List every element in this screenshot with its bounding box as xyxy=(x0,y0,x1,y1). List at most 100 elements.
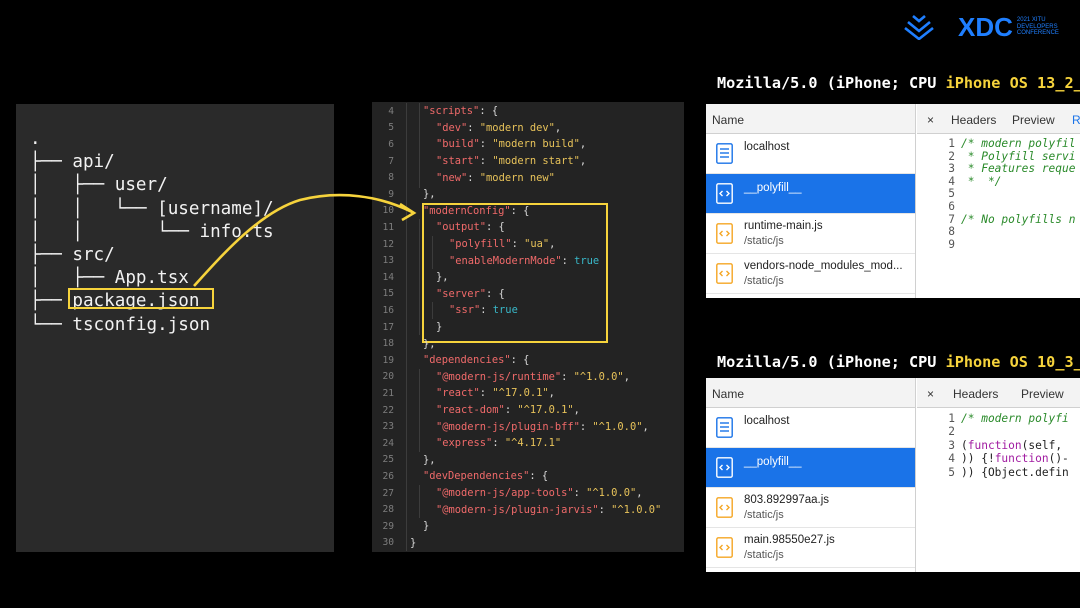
request-path: /static/js xyxy=(744,549,784,561)
request-row[interactable]: runtime-main.js/static/js xyxy=(706,214,915,254)
code-token: , xyxy=(573,404,580,417)
request-name: __polyfill__ xyxy=(744,182,802,194)
tree-line: │ │ └── info.ts xyxy=(30,221,274,242)
code-token: : { xyxy=(486,287,505,300)
code-token: , xyxy=(549,238,556,251)
name-column-header[interactable]: Name xyxy=(706,104,915,134)
code-token: , xyxy=(579,138,587,151)
code-line: 30} xyxy=(372,535,684,552)
line-number: 6 xyxy=(388,138,394,150)
line-number: 20 xyxy=(382,371,394,383)
code-line: 18}, xyxy=(372,335,684,352)
code-token: "@modern-js/runtime" xyxy=(436,370,562,383)
close-icon[interactable]: × xyxy=(927,387,934,401)
close-icon[interactable]: × xyxy=(927,113,934,127)
script-icon xyxy=(716,183,733,204)
code-token: : xyxy=(480,304,493,317)
code-token: : { xyxy=(510,204,530,217)
code-token: } xyxy=(410,536,417,549)
request-row[interactable]: localhost xyxy=(706,408,915,448)
detail-tabs: × Headers Preview xyxy=(917,378,1080,408)
response-text: )) {Object.defin xyxy=(961,465,1069,479)
code-text: }, xyxy=(423,188,436,200)
response-text: * Polyfill servi xyxy=(961,149,1076,163)
tab-headers[interactable]: Headers xyxy=(953,387,998,401)
code-token: : xyxy=(504,404,518,417)
code-token: }, xyxy=(423,337,436,350)
code-text: "express": "^4.17.1" xyxy=(436,437,561,449)
detail-tabs: × Headers Preview R xyxy=(917,104,1080,134)
code-token: }, xyxy=(436,271,449,284)
code-token: : xyxy=(573,487,587,500)
line-number: 4 xyxy=(388,105,394,117)
request-name: main.98550e27.js xyxy=(744,534,835,546)
response-text: * Features reque xyxy=(961,162,1076,176)
name-column-header[interactable]: Name xyxy=(706,378,915,408)
package-json-highlight-box xyxy=(68,288,214,309)
tree-line: │ ├── App.tsx xyxy=(30,268,189,289)
code-token: "modern build" xyxy=(492,138,580,151)
code-token: "^4.17.1" xyxy=(504,437,562,450)
code-text: "modernConfig": { xyxy=(423,205,529,217)
code-text: "scripts": { xyxy=(423,105,498,117)
code-token: : xyxy=(511,238,525,251)
request-row[interactable]: 803.892997aa.js/static/js xyxy=(706,488,915,528)
code-token: : xyxy=(467,121,480,134)
code-token: "^1.0.0" xyxy=(573,370,624,383)
code-token: "ua" xyxy=(524,238,550,251)
request-row[interactable]: localhost xyxy=(706,134,915,174)
document-icon xyxy=(716,143,733,164)
tab-r[interactable]: R xyxy=(1072,113,1080,127)
code-token: true xyxy=(574,254,600,267)
request-row[interactable]: __polyfill__ xyxy=(706,448,915,488)
response-text: /* modern polyfil xyxy=(961,137,1076,150)
code-text: "react": "^17.0.1", xyxy=(436,387,555,399)
code-token: "^1.0.0" xyxy=(586,487,637,500)
code-token: "polyfill" xyxy=(449,238,512,251)
code-token: , xyxy=(554,121,562,134)
tab-preview[interactable]: Preview xyxy=(1012,113,1055,127)
code-line: 26 "devDependencies": { xyxy=(372,468,684,485)
code-text: "@modern-js/runtime": "^1.0.0", xyxy=(436,371,630,383)
line-number: 11 xyxy=(382,221,394,233)
code-token: }, xyxy=(423,453,436,466)
code-text: "server": { xyxy=(436,288,505,300)
code-token: "^17.0.1" xyxy=(492,387,549,400)
logo-brand: XDC xyxy=(958,11,1013,42)
code-token: "build" xyxy=(436,138,480,151)
code-token: "enableModernMode" xyxy=(449,254,562,267)
code-token: : xyxy=(479,155,493,168)
tab-preview[interactable]: Preview xyxy=(1021,387,1064,401)
line-number: 3 xyxy=(948,162,955,176)
code-token: true xyxy=(492,304,518,317)
request-name: runtime-main.js xyxy=(744,220,823,232)
response-text: (function(self, xyxy=(961,438,1069,452)
code-text: "react-dom": "^17.0.1", xyxy=(436,404,580,416)
line-number: 10 xyxy=(382,205,394,217)
request-row[interactable]: vendors-node_modules_mod... /static/js xyxy=(706,254,915,294)
request-path: /static/js xyxy=(744,275,784,287)
indent-guide xyxy=(432,235,433,269)
tree-line: │ │ └── [username]/ xyxy=(30,198,274,219)
code-text: "dependencies": { xyxy=(423,354,529,366)
response-text: /* No polyfills n xyxy=(961,212,1076,226)
devtools-network-top: Name localhost __polyfill__ runtime-main.j… xyxy=(706,104,1080,298)
code-text: "@modern-js/plugin-bff": "^1.0.0", xyxy=(436,421,649,433)
request-list: Name localhost __polyfill__ 803.892997aa.j… xyxy=(706,378,916,572)
code-token: "start" xyxy=(436,155,480,168)
code-token: "devDependencies" xyxy=(423,470,530,483)
request-path: /static/js xyxy=(744,509,784,521)
tree-line: ├── src/ xyxy=(30,245,115,266)
line-number: 17 xyxy=(382,321,394,333)
indent-guide xyxy=(419,484,420,518)
line-number: 13 xyxy=(382,255,394,267)
code-token: "modern dev" xyxy=(479,121,555,134)
tab-headers[interactable]: Headers xyxy=(951,113,996,127)
response-text: * */ xyxy=(961,174,1002,188)
code-text: "ssr": true xyxy=(449,304,518,316)
script-icon xyxy=(716,263,733,284)
request-path: /static/js xyxy=(744,235,784,247)
request-row[interactable]: __polyfill__ xyxy=(706,174,915,214)
request-row[interactable]: main.98550e27.js/static/js xyxy=(706,528,915,568)
line-number: 19 xyxy=(382,354,394,366)
